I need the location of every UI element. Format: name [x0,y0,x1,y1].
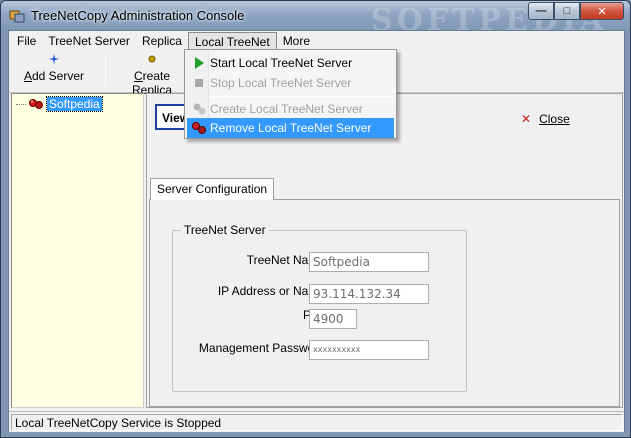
tab-page-server-configuration: TreeNet Server TreeNet Name Softpedia IP… [149,199,620,407]
minimize-button[interactable]: — [528,2,554,20]
menu-file[interactable]: File [11,32,42,51]
server-node-icon [29,99,43,109]
add-server-icon [23,53,85,69]
app-icon [9,10,25,23]
tree-connector [16,103,26,105]
group-title: TreeNet Server [181,223,269,237]
add-server-button[interactable]: Add Server [23,53,85,89]
main-panel: View ✕ Close Server Configuration TreeNe… [146,93,623,408]
close-label: lose [547,112,570,126]
menu-remove-local-server[interactable]: Remove Local TreeNet Server [187,118,394,138]
menu-more[interactable]: More [277,32,316,51]
close-icon: ✕ [521,112,532,126]
tree-node-label[interactable]: Softpedia [46,96,103,112]
status-text: Local TreeNetCopy Service is Stopped [11,414,623,431]
management-password-field[interactable]: xxxxxxxxxx [309,340,429,360]
menu-start-local-server[interactable]: Start Local TreeNet Server [187,53,394,73]
stop-icon [195,79,203,87]
menu-replica[interactable]: Replica [136,32,188,51]
server-tree[interactable]: Softpedia [11,93,144,408]
create-replica-button[interactable]: Create Replica [113,53,191,97]
maximize-button[interactable]: □ [554,2,580,20]
play-icon [195,57,204,69]
tree-node-softpedia[interactable]: Softpedia [16,96,103,112]
create-replica-icon [113,53,191,69]
treenet-name-field[interactable]: Softpedia [309,252,429,272]
add-server-label: dd Server [31,69,85,83]
ip-address-field[interactable]: 93.114.132.34 [309,284,429,304]
title-bar[interactable]: TreeNetCopy Administration Console SOFTP… [1,1,630,38]
menu-bar: File TreeNet Server Replica Local TreeNe… [9,31,624,51]
add-server-label-mnemonic: A [23,69,32,83]
menu-stop-local-server[interactable]: Stop Local TreeNet Server [187,73,394,93]
treenet-name-label: TreeNet Name [246,253,325,267]
menu-create-local-server[interactable]: Create Local TreeNet Server [187,99,394,119]
toolbar-separator [105,55,106,87]
local-treenet-dropdown: Start Local TreeNet Server Stop Local Tr… [184,49,397,139]
port-field[interactable]: 4900 [309,309,357,329]
status-bar: Local TreeNetCopy Service is Stopped [9,411,624,432]
dropdown-separator [211,96,394,97]
remove-server-icon [192,122,206,134]
management-password-label: Management Password [198,341,325,355]
tab-server-configuration[interactable]: Server Configuration [150,178,275,200]
treenet-server-group: TreeNet Server TreeNet Name Softpedia IP… [172,223,467,392]
close-label-mnemonic: C [539,112,548,126]
window-title: TreeNetCopy Administration Console [31,8,245,23]
menu-local-treenet[interactable]: Local TreeNet [187,31,277,51]
app-window: TreeNetCopy Administration Console SOFTP… [0,0,631,438]
menu-treenet-server[interactable]: TreeNet Server [42,32,136,51]
close-window-button[interactable]: ✕ [580,2,624,20]
close-panel-button[interactable]: ✕ Close [521,112,570,126]
create-server-icon [193,103,206,115]
create-replica-label-mnemonic: C [133,69,143,83]
ip-address-label: IP Address or Name [217,284,325,298]
